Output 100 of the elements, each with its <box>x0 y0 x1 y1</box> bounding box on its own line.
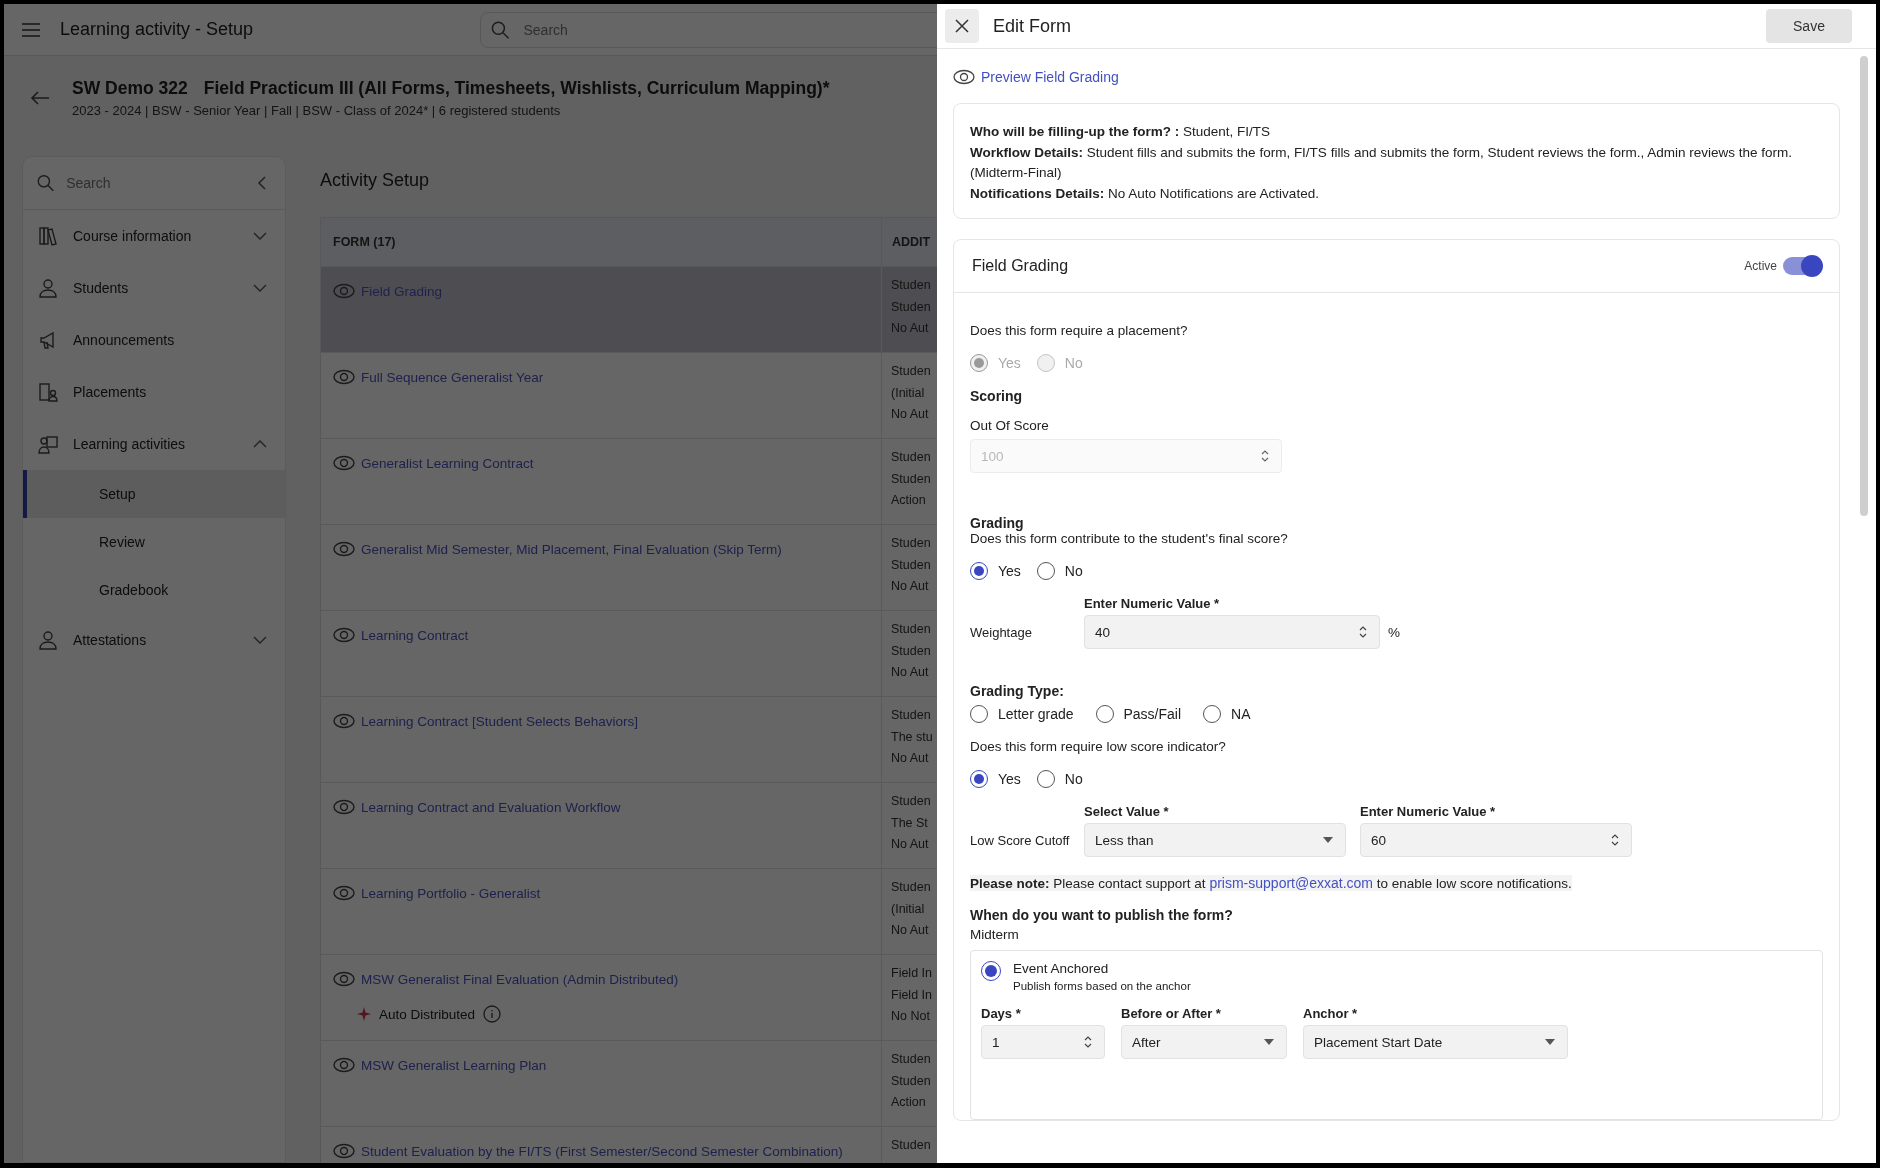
presenter-icon <box>37 433 59 455</box>
preview-link[interactable]: Preview Field Grading <box>981 69 1119 85</box>
auto-distributed-label: Auto Distributed <box>379 1006 476 1022</box>
menu-icon[interactable] <box>22 22 40 37</box>
table-cell-text: Field In <box>891 986 933 1004</box>
chevron-up-icon <box>253 440 267 448</box>
collapse-icon[interactable] <box>257 175 267 191</box>
section-title: Activity Setup <box>320 170 431 191</box>
eye-icon[interactable] <box>333 369 355 385</box>
table-cell-text: Studen <box>891 449 932 466</box>
radio-label: No <box>1064 563 1083 579</box>
days-field[interactable]: 1 <box>981 1025 1105 1059</box>
field-label: Anchor * <box>1303 1006 1359 1021</box>
table-cell-text: Studen <box>891 277 932 294</box>
table-cell-text: Studen <box>891 535 932 552</box>
field-label: Enter Numeric Value * <box>1084 596 1221 611</box>
sidebar-item[interactable]: Attestations <box>23 614 285 666</box>
table-cell-text: No Aut <box>891 836 930 853</box>
radio-label: Yes <box>998 771 1021 787</box>
sidebar-item[interactable]: Announcements <box>23 314 285 366</box>
eye-icon[interactable] <box>333 1143 355 1159</box>
question-text: Does this form contribute to the student's final score? <box>970 531 1289 546</box>
eye-icon[interactable] <box>333 283 355 299</box>
form-link[interactable]: Learning Contract and Evaluation Workflow <box>361 799 621 815</box>
table-cell-text: Studen <box>891 298 932 316</box>
table-cell-text: No Not <box>891 1008 931 1025</box>
sparkle-icon <box>357 1007 371 1021</box>
sidebar-item[interactable]: Students <box>23 262 285 314</box>
form-link[interactable]: Learning Portfolio - Generalist <box>361 885 541 901</box>
back-arrow-icon[interactable] <box>30 90 50 106</box>
weightage-field[interactable]: 40 <box>1084 615 1380 649</box>
sidebar-subitem[interactable]: Review <box>23 518 285 566</box>
table-cell-text: Studen <box>891 556 932 574</box>
table-cell-text: Studen <box>891 707 932 724</box>
close-button[interactable] <box>945 9 979 43</box>
close-icon <box>955 19 969 33</box>
numeric-field[interactable]: 60 <box>1360 823 1632 857</box>
form-link[interactable]: Student Evaluation by the FI/TS (First Semester/Second Semester Combination) <box>361 1143 843 1159</box>
form-link[interactable]: Full Sequence Generalist Year <box>361 369 544 385</box>
eye-icon[interactable] <box>333 885 355 901</box>
scrollbar-thumb[interactable] <box>1860 56 1868 516</box>
sidebar-subitem[interactable]: Gradebook <box>23 566 285 614</box>
radio-label: No <box>1064 355 1083 371</box>
eye-icon[interactable] <box>333 799 355 815</box>
form-link[interactable]: Generalist Learning Contract <box>361 455 534 471</box>
select-field[interactable]: Less than <box>1084 823 1346 857</box>
sidebar-item[interactable]: Placements <box>23 366 285 418</box>
form-link[interactable]: MSW Generalist Learning Plan <box>361 1057 547 1073</box>
eye-icon[interactable] <box>333 455 355 471</box>
info-text: Notifications Details: No Auto Notifications are Activated. <box>970 184 1320 203</box>
table-cell-text: Action <box>891 492 927 509</box>
table-cell-text: No Aut <box>891 750 930 767</box>
table-cell-text: Studen <box>891 621 932 638</box>
chevron-down-icon <box>253 232 267 240</box>
eye-icon[interactable] <box>333 541 355 557</box>
eye-icon[interactable] <box>333 971 355 987</box>
form-link[interactable]: MSW Generalist Final Evaluation (Admin Distributed) <box>361 971 679 987</box>
spinner-icon[interactable] <box>1359 625 1367 639</box>
person-icon <box>37 277 59 299</box>
form-link[interactable]: Learning Contract [Student Selects Behaviors] <box>361 713 638 729</box>
spinner-icon[interactable] <box>1611 833 1619 847</box>
info-icon[interactable] <box>483 1005 502 1023</box>
question-text: When do you want to publish the form? <box>970 907 1234 923</box>
eye-icon[interactable] <box>333 1057 355 1073</box>
search-icon <box>37 173 55 193</box>
select-field[interactable]: After <box>1121 1025 1287 1059</box>
course-code: SW Demo 322 <box>72 78 188 99</box>
active-toggle[interactable] <box>1783 257 1821 275</box>
sidebar-subitem[interactable]: Setup <box>23 470 285 518</box>
spinner-icon[interactable] <box>1084 1035 1092 1049</box>
email-link[interactable]: prism-support@exxat.com <box>1209 875 1373 891</box>
subheading: Grading Type: <box>970 683 1065 699</box>
radio-label: NA <box>1231 706 1251 722</box>
caret-down-icon <box>1264 1039 1274 1045</box>
table-cell-text: Studen <box>891 793 932 810</box>
sidebar-item[interactable]: Learning activities <box>23 418 285 470</box>
table-cell-text: Studen <box>891 1072 932 1090</box>
section-title: Field Grading <box>972 257 1070 275</box>
person-icon <box>37 629 59 651</box>
eye-icon[interactable] <box>333 713 355 729</box>
table-cell-text: No Aut <box>891 664 930 681</box>
caret-down-icon <box>1545 1039 1555 1045</box>
course-details: 2023 - 2024 | BSW - Senior Year | Fall | BSW - Class of 2024* | 6 registered students <box>72 103 562 118</box>
info-text: Who will be filling-up the form? : Student, FI/TS <box>970 123 1271 141</box>
document-person-icon <box>37 381 59 403</box>
select-field[interactable]: Placement Start Date <box>1303 1025 1568 1059</box>
save-button[interactable]: Save <box>1766 9 1852 43</box>
column-header: FORM (17) <box>332 235 397 249</box>
radio-label: Yes <box>998 563 1021 579</box>
caret-down-icon <box>1323 837 1333 843</box>
question-text: Does this form require a placement? <box>970 323 1189 338</box>
table-cell-text: The St <box>891 814 929 832</box>
field-label: Before or After * <box>1121 1006 1222 1021</box>
sidebar-item[interactable]: Course information <box>23 210 285 262</box>
chevron-down-icon <box>253 284 267 292</box>
form-link[interactable]: Generalist Mid Semester, Mid Placement, Final Evaluation (Skip Term) <box>361 541 782 557</box>
form-link[interactable]: Learning Contract <box>361 627 469 643</box>
field-label: Enter Numeric Value * <box>1360 804 1497 819</box>
eye-icon[interactable] <box>333 627 355 643</box>
table-cell-text: Action <box>891 1094 927 1111</box>
